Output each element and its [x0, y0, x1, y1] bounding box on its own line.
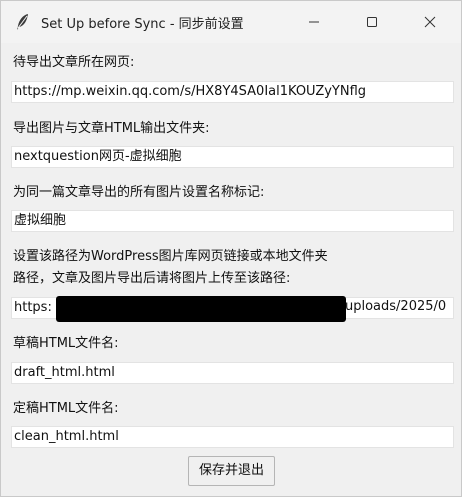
clean-filename-input[interactable]: clean_html.html: [11, 426, 454, 448]
upload-path-start: https:: [14, 300, 52, 315]
setup-window: Set Up before Sync - 同步前设置 待导出文章所在网页: ht…: [0, 0, 462, 497]
url-input[interactable]: https://mp.weixin.qq.com/s/HX8Y4SA0Ial1K…: [11, 81, 454, 103]
path-label-line2: 路径，文章及图片导出后请将图片上传至该路径:: [13, 271, 291, 286]
url-label: 待导出文章所在网页:: [13, 55, 135, 70]
minimize-button[interactable]: [291, 1, 337, 43]
minimize-icon: [308, 13, 320, 32]
image-tag-label: 为同一篇文章导出的所有图片设置名称标记:: [13, 185, 265, 200]
image-tag-input[interactable]: 虚拟细胞: [11, 210, 454, 232]
feather-icon: [15, 13, 31, 31]
redaction-bar: [56, 296, 346, 322]
save-and-exit-button[interactable]: 保存并退出: [188, 456, 275, 486]
clean-label: 定稿HTML文件名:: [13, 401, 119, 416]
maximize-icon: [366, 13, 378, 32]
title-bar[interactable]: Set Up before Sync - 同步前设置: [1, 1, 461, 43]
close-button[interactable]: [407, 1, 453, 43]
draft-filename-input[interactable]: draft_html.html: [11, 362, 454, 384]
upload-path-end: uploads/2025/0: [345, 299, 447, 314]
folder-input[interactable]: nextquestion网页-虚拟细胞: [11, 146, 454, 168]
window-title: Set Up before Sync - 同步前设置: [41, 17, 244, 32]
maximize-button[interactable]: [349, 1, 395, 43]
folder-label: 导出图片与文章HTML输出文件夹:: [13, 121, 210, 136]
path-label-line1: 设置该路径为WordPress图片库网页链接或本地文件夹: [13, 249, 328, 264]
draft-label: 草稿HTML文件名:: [13, 336, 119, 351]
close-icon: [424, 13, 436, 32]
